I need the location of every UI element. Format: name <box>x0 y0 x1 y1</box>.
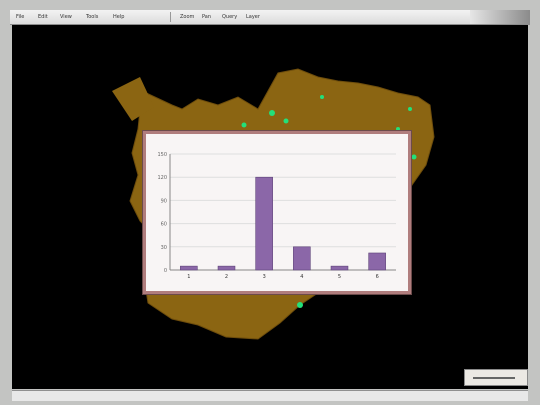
bar-chart: 0 30 60 90 120 150 1 2 3 4 5 6 <box>157 152 396 280</box>
y-tick-label: 90 <box>161 198 167 204</box>
application-window: File Edit View Tools Help Zoom Pan Query… <box>0 0 540 405</box>
bar-4 <box>293 246 311 271</box>
toolbar-button-query[interactable]: Query <box>222 13 237 21</box>
toolbar-button-pan[interactable]: Pan <box>202 13 211 21</box>
toolbar-button-layer[interactable]: Layer <box>246 13 260 21</box>
bar-3 <box>255 176 273 271</box>
chart-popup[interactable]: 0 30 60 90 120 150 1 2 3 4 5 6 <box>143 131 411 294</box>
toolbar-item-file[interactable]: File <box>16 13 24 21</box>
x-tick-label: 4 <box>300 274 303 280</box>
toolbar-item-edit[interactable]: Edit <box>38 13 48 21</box>
map-point <box>411 154 417 160</box>
map-point <box>269 110 275 116</box>
bar-2 <box>217 265 236 271</box>
x-tick-label: 5 <box>338 274 341 280</box>
y-tick-label: 120 <box>157 175 167 181</box>
y-tick-label: 60 <box>161 222 167 228</box>
scale-bar <box>473 377 515 379</box>
y-tick-label: 0 <box>164 268 167 274</box>
toolbar: File Edit View Tools Help Zoom Pan Query… <box>10 10 530 25</box>
x-tick-label: 1 <box>187 274 190 280</box>
y-tick-label: 150 <box>157 152 167 158</box>
map-point <box>320 95 324 99</box>
bar-5 <box>330 265 349 271</box>
map-point <box>283 118 289 124</box>
map-point <box>408 107 412 111</box>
map-point <box>241 122 247 128</box>
map-point <box>297 302 303 308</box>
toolbar-item-view[interactable]: View <box>60 13 72 21</box>
status-bar <box>12 390 528 401</box>
x-tick-label: 3 <box>263 274 266 280</box>
scale-bar-box <box>464 369 528 386</box>
toolbar-separator <box>170 12 171 22</box>
bar-1 <box>180 265 198 271</box>
bar-6 <box>368 252 386 271</box>
y-tick-label: 30 <box>161 245 167 251</box>
toolbar-item-tools[interactable]: Tools <box>86 13 98 21</box>
x-tick-label: 2 <box>225 274 228 280</box>
toolbar-button-zoom[interactable]: Zoom <box>180 13 194 21</box>
toolbar-item-help[interactable]: Help <box>113 13 124 21</box>
toolbar-gradient <box>470 10 530 24</box>
x-tick-label: 6 <box>376 274 379 280</box>
popup-title-bar <box>146 136 408 144</box>
